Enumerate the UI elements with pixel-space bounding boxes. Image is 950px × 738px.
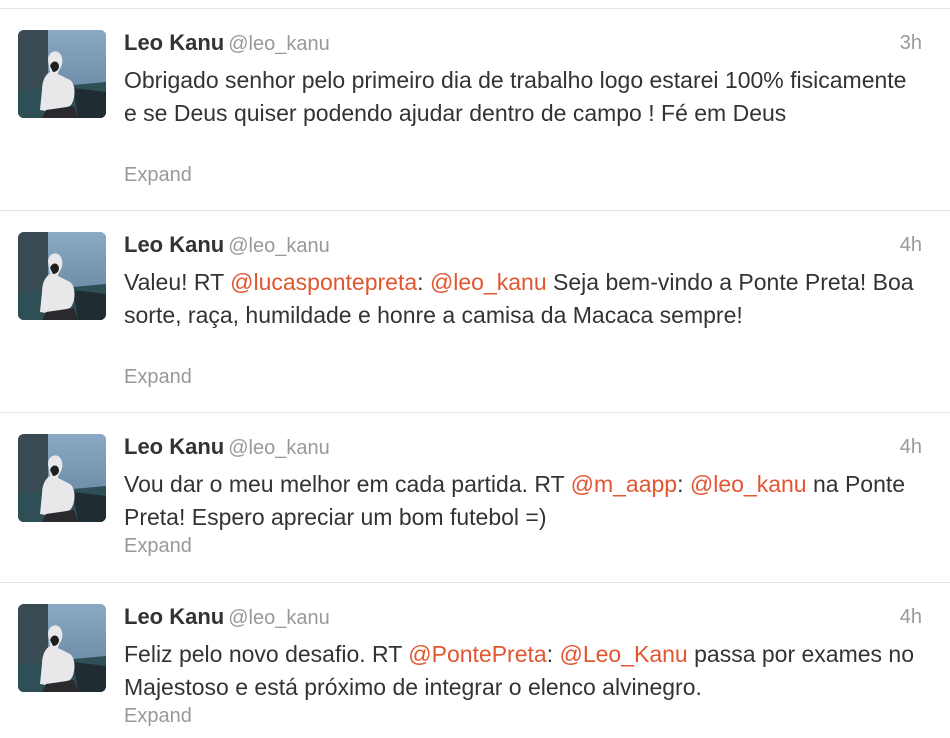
profile-photo-icon bbox=[18, 604, 106, 692]
username[interactable]: @leo_kanu bbox=[228, 437, 329, 459]
tweet-text-segment: : bbox=[677, 471, 690, 497]
mention-link[interactable]: @leo_kanu bbox=[690, 471, 807, 497]
mention-link[interactable]: @m_aapp bbox=[571, 471, 677, 497]
timestamp[interactable]: 4h bbox=[900, 436, 922, 459]
avatar[interactable] bbox=[18, 604, 106, 692]
timestamp[interactable]: 4h bbox=[900, 606, 922, 629]
profile-photo-icon bbox=[18, 434, 106, 522]
tweet-text-segment: : bbox=[546, 641, 560, 667]
avatar[interactable] bbox=[18, 232, 106, 320]
expand-link[interactable]: Expand bbox=[124, 366, 192, 389]
expand-link[interactable]: Expand bbox=[124, 535, 192, 558]
tweet-header: Leo Kanu @leo_kanu bbox=[124, 232, 330, 262]
avatar[interactable] bbox=[18, 434, 106, 522]
tweet-text-segment: Valeu! RT bbox=[124, 269, 231, 295]
username[interactable]: @leo_kanu bbox=[228, 235, 329, 257]
mention-link[interactable]: @leo_kanu bbox=[430, 269, 547, 295]
mention-link[interactable]: @PontePreta bbox=[408, 641, 546, 667]
tweet-text-segment: : bbox=[417, 269, 430, 295]
expand-link[interactable]: Expand bbox=[124, 705, 192, 728]
fullname[interactable]: Leo Kanu bbox=[124, 30, 224, 55]
timestamp[interactable]: 4h bbox=[900, 234, 922, 257]
mention-link[interactable]: @lucaspontepreta bbox=[230, 269, 417, 295]
tweet-item[interactable]: Leo Kanu @leo_kanu 4h Vou dar o meu melho… bbox=[0, 434, 950, 583]
tweet-text-segment: Obrigado senhor pelo primeiro dia de tra… bbox=[124, 67, 907, 126]
avatar[interactable] bbox=[18, 30, 106, 118]
tweet-item[interactable]: Leo Kanu @leo_kanu 4h Feliz pelo novo des… bbox=[0, 604, 950, 738]
tweet-text: Valeu! RT @lucaspontepreta: @leo_kanu Se… bbox=[124, 266, 924, 332]
profile-photo-icon bbox=[18, 30, 106, 118]
fullname[interactable]: Leo Kanu bbox=[124, 604, 224, 629]
username[interactable]: @leo_kanu bbox=[228, 33, 329, 55]
tweet-divider bbox=[0, 582, 950, 583]
tweet-text-segment: Feliz pelo novo desafio. RT bbox=[124, 641, 409, 667]
tweet-text: Feliz pelo novo desafio. RT @PontePreta:… bbox=[124, 638, 924, 704]
tweet-item[interactable]: Leo Kanu @leo_kanu 4h Valeu! RT @lucaspon… bbox=[0, 232, 950, 413]
timeline: Leo Kanu @leo_kanu 3h Obrigado senhor pel… bbox=[0, 0, 950, 738]
fullname[interactable]: Leo Kanu bbox=[124, 232, 224, 257]
fullname[interactable]: Leo Kanu bbox=[124, 434, 224, 459]
tweet-divider bbox=[0, 210, 950, 211]
top-divider bbox=[0, 8, 950, 9]
mention-link[interactable]: @Leo_Kanu bbox=[559, 641, 687, 667]
tweet-divider bbox=[0, 412, 950, 413]
tweet-header: Leo Kanu @leo_kanu bbox=[124, 30, 330, 60]
timestamp[interactable]: 3h bbox=[900, 32, 922, 55]
tweet-text: Vou dar o meu melhor em cada partida. RT… bbox=[124, 468, 924, 534]
tweet-header: Leo Kanu @leo_kanu bbox=[124, 604, 330, 634]
tweet-item[interactable]: Leo Kanu @leo_kanu 3h Obrigado senhor pel… bbox=[0, 30, 950, 211]
profile-photo-icon bbox=[18, 232, 106, 320]
tweet-header: Leo Kanu @leo_kanu bbox=[124, 434, 330, 464]
tweet-text-segment: Vou dar o meu melhor em cada partida. RT bbox=[124, 471, 571, 497]
username[interactable]: @leo_kanu bbox=[228, 607, 329, 629]
tweet-text: Obrigado senhor pelo primeiro dia de tra… bbox=[124, 64, 924, 130]
expand-link[interactable]: Expand bbox=[124, 164, 192, 187]
